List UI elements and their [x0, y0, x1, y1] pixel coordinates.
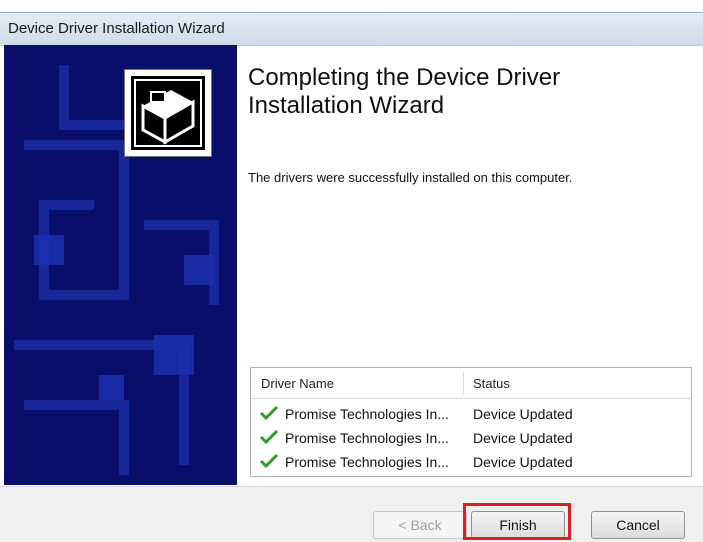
driver-status: Device Updated [473, 406, 573, 422]
driver-status: Device Updated [473, 454, 573, 470]
success-message: The drivers were successfully installed … [248, 170, 573, 185]
table-header: Driver Name Status [251, 368, 691, 399]
window-title: Device Driver Installation Wizard [8, 20, 225, 37]
table-row: Promise Technologies In... Device Update… [257, 427, 687, 449]
hardware-wizard-icon [124, 69, 212, 157]
column-header-status[interactable]: Status [473, 376, 510, 391]
heading-line-1: Completing the Device Driver [248, 64, 561, 91]
wizard-window: Device Driver Installation Wizard Comple… [0, 0, 703, 542]
wizard-heading: Completing the Device Driver Installatio… [248, 64, 668, 120]
wizard-footer: < Back Finish Cancel [0, 486, 703, 542]
finish-highlight-box [463, 503, 571, 540]
green-check-icon [259, 453, 279, 469]
green-check-icon [259, 429, 279, 445]
table-row: Promise Technologies In... Device Update… [257, 451, 687, 473]
driver-status: Device Updated [473, 430, 573, 446]
driver-name: Promise Technologies In... [285, 430, 449, 446]
cancel-button[interactable]: Cancel [591, 511, 685, 539]
back-button[interactable]: < Back [373, 511, 467, 539]
green-check-icon [259, 405, 279, 421]
title-bar: Device Driver Installation Wizard [0, 12, 703, 46]
column-divider[interactable] [463, 372, 464, 394]
heading-line-2: Installation Wizard [248, 92, 445, 119]
table-row: Promise Technologies In... Device Update… [257, 403, 687, 425]
driver-name: Promise Technologies In... [285, 406, 449, 422]
driver-results-table: Driver Name Status Promise Technologies … [250, 367, 692, 477]
driver-name: Promise Technologies In... [285, 454, 449, 470]
column-header-driver-name[interactable]: Driver Name [261, 376, 334, 391]
